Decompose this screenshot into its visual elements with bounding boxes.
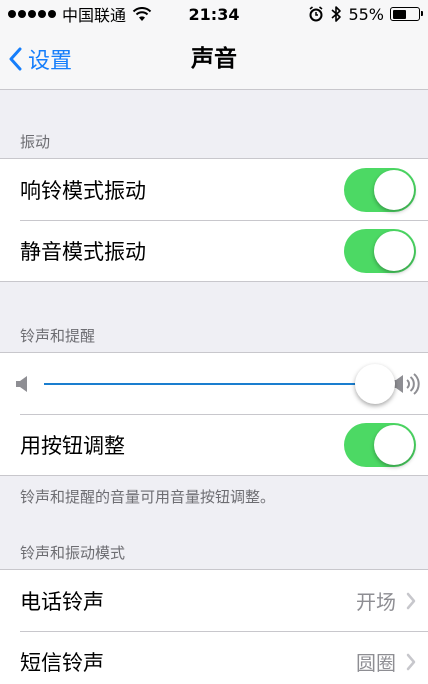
alarm-icon [309, 6, 323, 22]
ringtone-row[interactable]: 电话铃声 开场 [0, 570, 428, 631]
carrier-label: 中国联通 [62, 6, 127, 25]
vibrate-on-silent-toggle[interactable] [344, 228, 416, 273]
volume-slider[interactable] [44, 363, 395, 404]
vibrate-on-ring-label: 响铃模式振动 [20, 178, 146, 203]
vibrate-on-ring-toggle[interactable] [344, 167, 416, 212]
vibrate-group: 响铃模式振动 静音模式振动 [0, 158, 428, 282]
bluetooth-icon [331, 6, 342, 22]
battery-icon [390, 7, 423, 21]
speaker-low-icon [16, 375, 27, 392]
change-with-buttons-toggle[interactable] [344, 422, 416, 467]
toggle-knob [374, 169, 414, 210]
speaker-high-icon [392, 372, 420, 395]
battery-percent: 55% [348, 4, 384, 24]
section-header-ringer: 铃声和提醒 [20, 327, 96, 345]
status-right: 55% [308, 4, 423, 24]
signal-dots-icon [8, 10, 56, 18]
battery-fill [392, 9, 407, 19]
toggle-knob [374, 424, 414, 465]
status-bar: 中国联通 21:34 55% [0, 0, 428, 28]
chevron-right-icon [406, 653, 416, 670]
slider-thumb[interactable] [354, 363, 395, 404]
back-button-label: 设置 [28, 49, 73, 74]
chevron-right-icon [406, 592, 416, 609]
section-header-vibrate: 振动 [20, 133, 51, 151]
ringtone-value: 开场 [356, 590, 396, 614]
slider-fill [44, 382, 375, 385]
vibrate-on-silent-label: 静音模式振动 [20, 239, 146, 264]
chevron-left-icon [9, 47, 22, 71]
section-header-patterns: 铃声和振动模式 [20, 544, 126, 562]
back-button[interactable]: 设置 [8, 28, 72, 90]
change-with-buttons-label: 用按钮调整 [20, 433, 125, 458]
toggle-knob [374, 230, 414, 271]
ringer-group: 用按钮调整 [0, 352, 428, 476]
change-with-buttons-row: 用按钮调整 [0, 414, 428, 475]
ringtone-label: 电话铃声 [20, 589, 104, 614]
text-tone-row[interactable]: 短信铃声 圆圈 [0, 631, 428, 684]
patterns-group: 电话铃声 开场 短信铃声 圆圈 [0, 569, 428, 684]
vibrate-on-ring-row: 响铃模式振动 [0, 159, 428, 220]
vibrate-on-silent-row: 静音模式振动 [0, 220, 428, 281]
navigation-bar: 声音 设置 [0, 28, 428, 90]
wifi-icon [132, 6, 152, 21]
status-left: 中国联通 [8, 2, 152, 26]
text-tone-label: 短信铃声 [20, 650, 104, 675]
text-tone-value: 圆圈 [356, 651, 396, 675]
volume-slider-row [0, 353, 428, 414]
ringer-footer-note: 铃声和提醒的音量可用音量按钮调整。 [20, 488, 276, 506]
